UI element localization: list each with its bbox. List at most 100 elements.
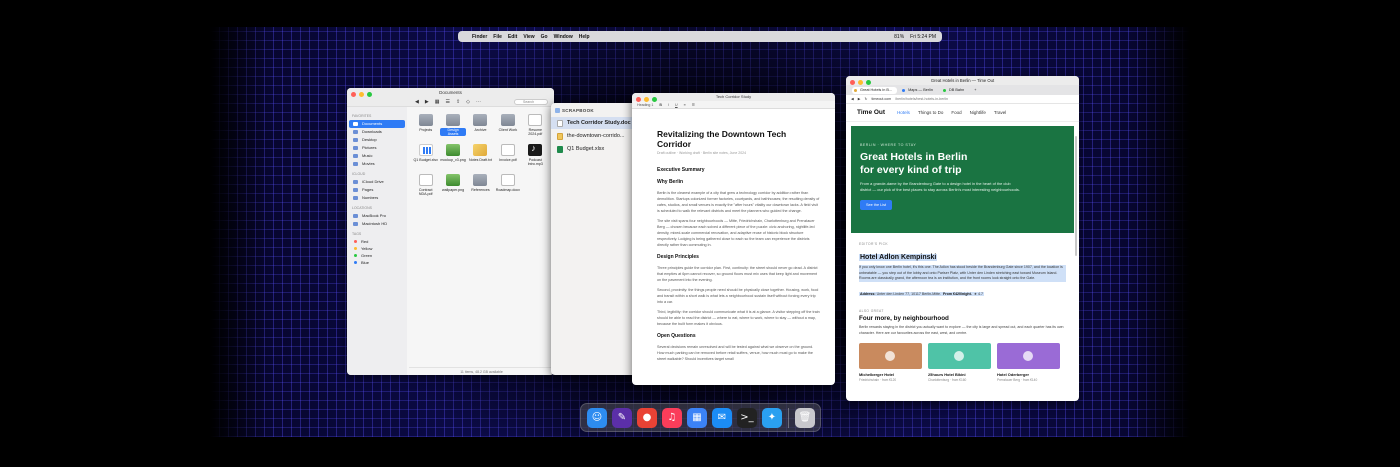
finder-search-input[interactable]: Search [514, 98, 548, 105]
dock-trash-icon[interactable]: 🗑 [795, 407, 815, 428]
site-logo[interactable]: Time Out [857, 109, 885, 116]
nav-item-travel[interactable]: Travel [994, 110, 1006, 115]
file-item[interactable]: Client Work [495, 114, 520, 142]
close-button[interactable] [636, 97, 641, 102]
view-grid-icon[interactable]: ▦ [435, 99, 440, 105]
underline-icon[interactable]: U [675, 103, 678, 107]
hotel-card[interactable]: 25hours Hotel Bikini Charlottenburg · fro… [928, 342, 991, 382]
forward-icon[interactable]: ▶ [425, 99, 429, 105]
style-select[interactable]: Heading 1 [637, 103, 653, 107]
scrapbook-item[interactable]: the-downtown-corrido... [551, 130, 639, 142]
file-item[interactable]: Resume 2024.pdf [523, 114, 548, 142]
sidebar-item-label: Macintosh HD [362, 221, 388, 226]
sidebar-item-desktop[interactable]: Desktop [349, 136, 405, 144]
tag-icon[interactable]: ◇ [466, 99, 470, 105]
file-item[interactable]: Podcast Intro.mp3 [523, 143, 548, 172]
dock-terminal-icon[interactable]: >_ [737, 407, 757, 428]
menu-help[interactable]: Help [579, 34, 590, 40]
dock-chrome-icon[interactable]: ● [637, 407, 657, 428]
close-button[interactable] [351, 92, 356, 97]
forward-icon[interactable]: ▶ [858, 97, 861, 101]
pick-text[interactable]: If you only know one Berlin hotel, it's … [859, 265, 1066, 283]
sidebar-item-macbook-pro[interactable]: MacBook Pro [349, 212, 405, 220]
sidebar-tag-blue[interactable]: Blue [349, 259, 405, 266]
hotel-card[interactable]: Hotel Oderberger Prenzlauer Berg · from €… [997, 342, 1060, 382]
close-button[interactable] [850, 80, 855, 85]
dock-music-icon[interactable]: ♫ [662, 407, 682, 428]
browser-tab[interactable]: DB Bahn [941, 87, 969, 94]
folder-icon [353, 214, 358, 218]
scrollbar[interactable] [1075, 136, 1077, 256]
menu-window[interactable]: Window [554, 34, 573, 40]
scrapbook-item[interactable]: Tech Corridor Study.doc [551, 117, 639, 129]
scrapbook-item[interactable]: Q1 Budget.xlsx [551, 143, 639, 155]
see-list-button[interactable]: See the List [860, 199, 893, 210]
menubar-clock[interactable]: Fri 5:24 PM [910, 34, 936, 40]
file-item[interactable]: Archive [468, 114, 493, 142]
file-item[interactable]: Roadmap.docx [495, 174, 520, 202]
menu-finder[interactable]: Finder [472, 34, 487, 40]
dock-notes-icon[interactable]: ✎ [612, 407, 632, 428]
reload-icon[interactable]: ↻ [865, 97, 868, 101]
back-icon[interactable]: ◀ [851, 97, 854, 101]
file-item[interactable]: Invoice.pdf [495, 144, 520, 172]
menu-file[interactable]: File [493, 34, 502, 40]
nav-item-things-to-do[interactable]: Things to Do [918, 110, 944, 115]
nav-item-hotels[interactable]: Hotels [897, 110, 910, 115]
file-item[interactable]: mockup_v3.png [440, 144, 466, 172]
menu-view[interactable]: View [523, 34, 534, 40]
zoom-button[interactable] [367, 92, 372, 97]
file-item[interactable]: Q1 Budget.xlsx [413, 144, 438, 172]
sidebar-item-macintosh-hd[interactable]: Macintosh HD [349, 220, 405, 228]
minimize-button[interactable] [644, 97, 649, 102]
folder-icon [353, 138, 358, 142]
file-item[interactable]: Notes Draft.txt [468, 144, 493, 172]
minimize-button[interactable] [359, 92, 364, 97]
menu-edit[interactable]: Edit [508, 34, 517, 40]
document-page[interactable]: Revitalizing the Downtown Tech Corridor … [632, 109, 835, 362]
menu-go[interactable]: Go [541, 34, 548, 40]
more-icon[interactable]: ⋯ [476, 99, 481, 105]
dock-finder-icon[interactable]: ☺ [587, 407, 607, 428]
sidebar-tag-red[interactable]: Red [349, 238, 405, 245]
browser-tab[interactable]: Maps — Berlin [900, 87, 938, 94]
new-tab-icon[interactable]: + [974, 88, 976, 92]
file-item[interactable]: Design Assets [440, 114, 466, 142]
sidebar-item-numbers[interactable]: Numbers [349, 194, 405, 202]
file-item[interactable]: Projects [413, 114, 438, 142]
dock-safari-icon[interactable]: ✦ [762, 407, 782, 428]
sidebar-tag-green[interactable]: Green [349, 252, 405, 259]
address-bar[interactable]: ◀ ▶ ↻ timeout.com /berlin/hotels/best-ho… [846, 95, 1079, 104]
pick-title[interactable]: Hotel Adlon Kempinski [859, 254, 938, 261]
share-icon[interactable]: ⇪ [456, 99, 460, 105]
italic-icon[interactable]: I [668, 103, 669, 107]
battery-indicator[interactable]: 81% [894, 34, 904, 40]
file-item[interactable]: Contract NDA.pdf [413, 174, 438, 202]
bold-icon[interactable]: B [659, 103, 662, 107]
sidebar-item-downloads[interactable]: Downloads [349, 128, 405, 136]
nav-item-nightlife[interactable]: Nightlife [970, 110, 986, 115]
sidebar-item-documents[interactable]: Documents [349, 120, 405, 128]
zoom-button[interactable] [866, 80, 871, 85]
browser-tab[interactable]: Great Hotels in B... [852, 86, 898, 94]
sidebar-item-pages[interactable]: Pages [349, 186, 405, 194]
sidebar-item-pictures[interactable]: Pictures [349, 144, 405, 152]
sidebar-item-icloud-drive[interactable]: iCloud Drive [349, 178, 405, 186]
dock-mail-icon[interactable]: ✉ [712, 407, 732, 428]
url-path: /berlin/hotels/best-hotels-in-berlin [895, 97, 949, 101]
sidebar-item-music[interactable]: Music [349, 152, 405, 160]
view-list-icon[interactable]: ☰ [445, 99, 449, 105]
document-title: Revitalizing the Downtown Tech Corridor [657, 129, 787, 149]
nav-item-food[interactable]: Food [951, 110, 961, 115]
sidebar-tag-yellow[interactable]: Yellow [349, 245, 405, 252]
dock-calendar-icon[interactable]: ▦ [687, 407, 707, 428]
minimize-button[interactable] [858, 80, 863, 85]
sidebar-item-movies[interactable]: Movies [349, 160, 405, 168]
align-icon[interactable]: ≡ [684, 103, 686, 107]
file-item[interactable]: References [468, 174, 493, 202]
list-icon[interactable]: ☰ [692, 103, 695, 107]
hotel-card[interactable]: Michelberger Hotel Friedrichshain · from … [859, 342, 922, 382]
file-item[interactable]: wallpaper.png [440, 174, 465, 202]
zoom-button[interactable] [652, 97, 657, 102]
back-icon[interactable]: ◀ [415, 99, 419, 105]
